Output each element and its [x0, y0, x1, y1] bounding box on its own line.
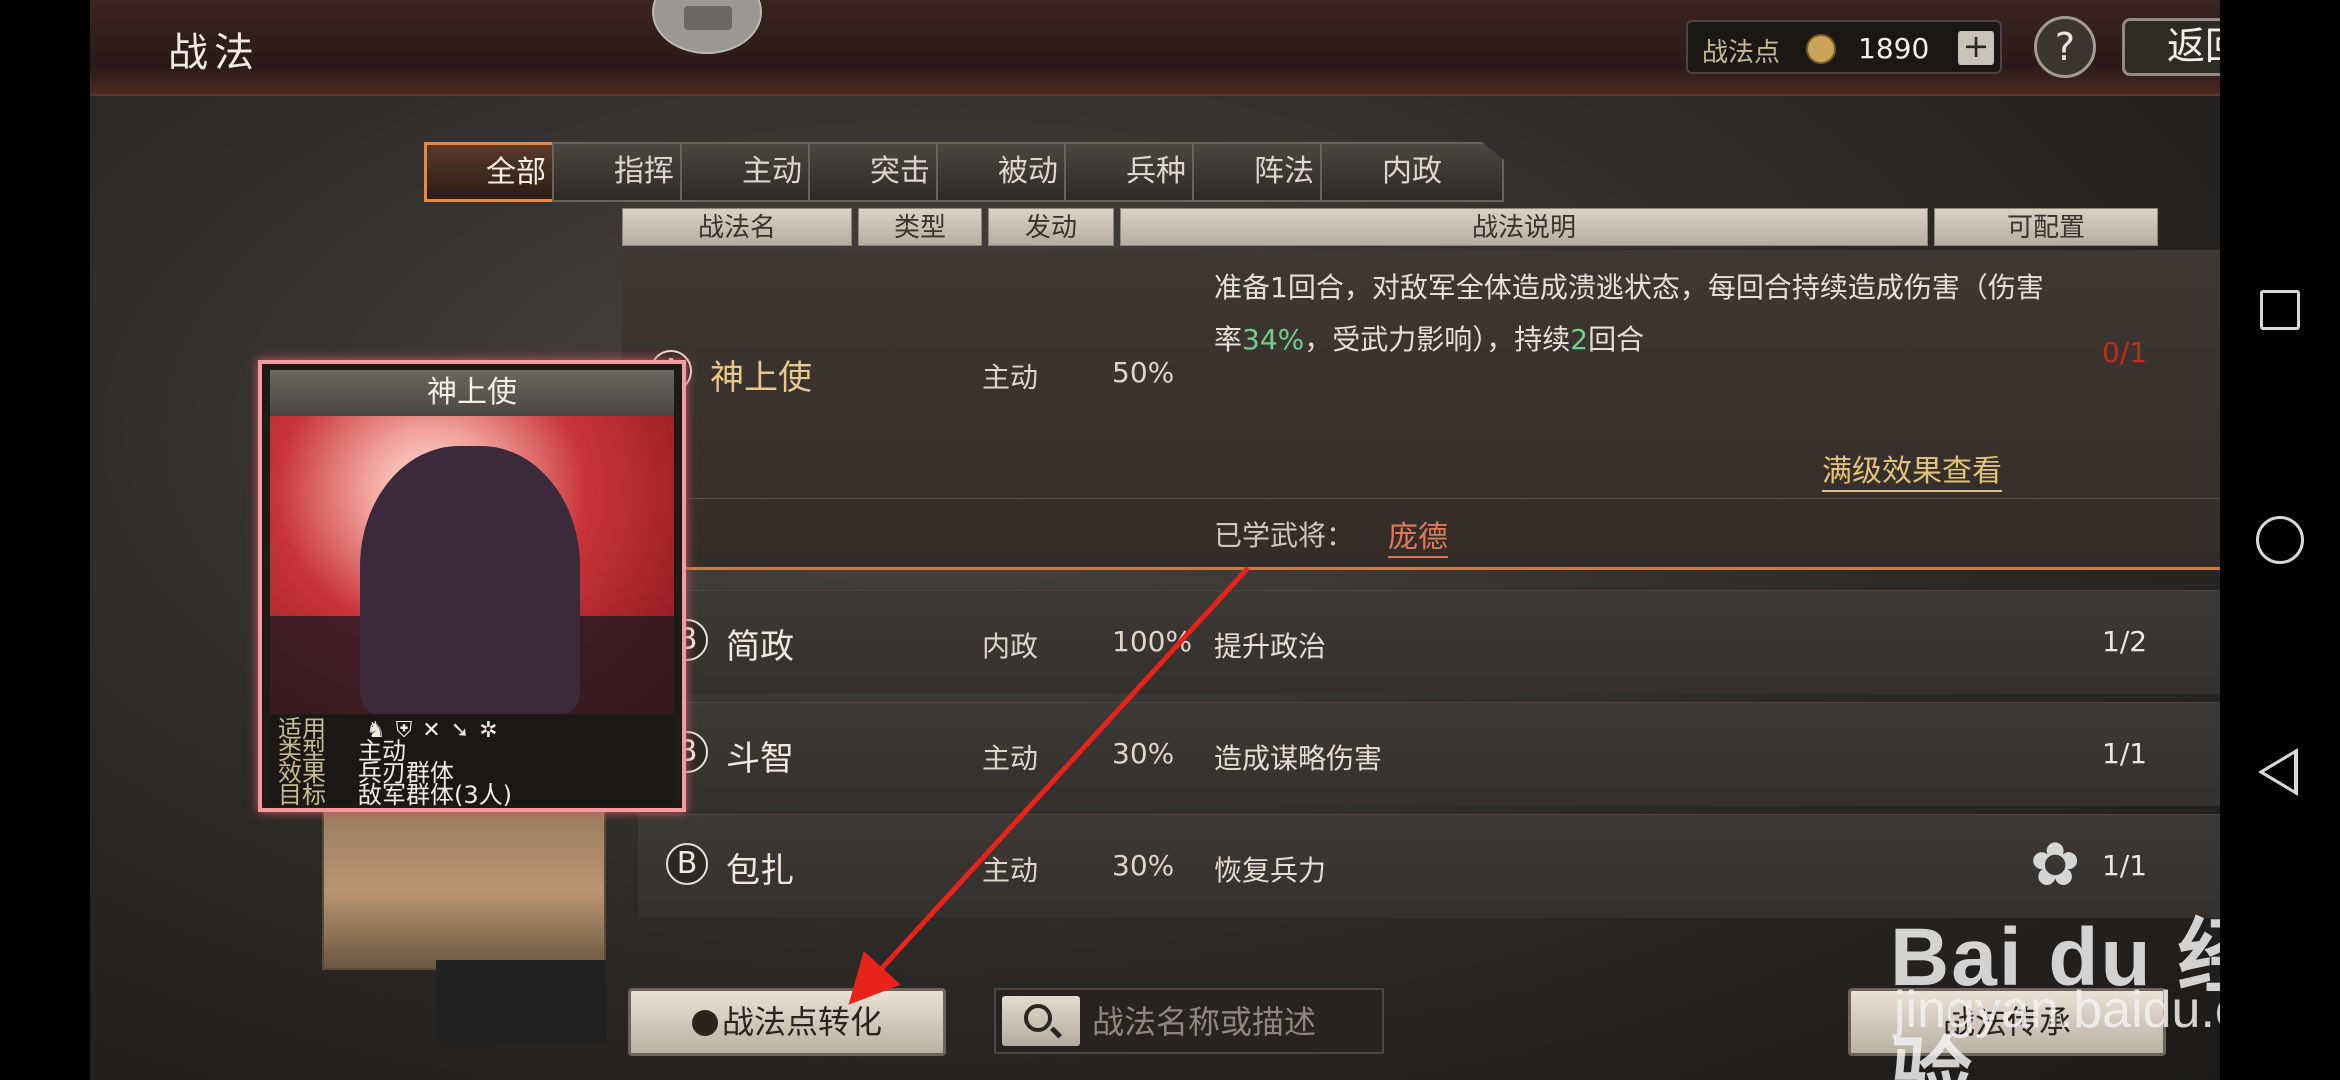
game-viewport: 战法 战法点 1890 + ? 返回 全部 指挥 主动 突击 被动 兵种 阵法 …	[90, 0, 2220, 1080]
full-effect-link[interactable]: 满级效果查看	[1822, 446, 2002, 492]
grade-badge: B	[666, 843, 708, 885]
learned-general-link[interactable]: 庞德	[1388, 512, 1448, 558]
search-button[interactable]	[1002, 996, 1080, 1046]
back-icon[interactable]	[2258, 748, 2298, 796]
column-type[interactable]: 类型	[858, 208, 982, 246]
skill-points-value: 1890	[1858, 32, 1930, 65]
skill-type: 主动	[982, 854, 1039, 887]
bow-icon: ✕	[422, 718, 451, 743]
card-artwork	[270, 416, 674, 714]
divider	[638, 498, 2220, 499]
watermark-sub: jingyan.baidu.com	[1894, 981, 2220, 1039]
skill-type: 内政	[982, 630, 1039, 663]
coin-icon	[691, 1010, 718, 1036]
card-title: 神上使	[270, 370, 674, 416]
baidu-watermark: ✿ Bai du 经验 jingyan.baidu.com	[1890, 830, 2220, 1080]
coin-icon	[1806, 34, 1836, 64]
skill-points-label: 战法点	[1702, 38, 1781, 68]
skill-rate: 30%	[1112, 737, 1175, 770]
column-description: 战法说明	[1120, 208, 1928, 246]
skill-rate: 50%	[1112, 356, 1175, 389]
skill-rate: 100%	[1112, 625, 1193, 658]
desc-text-3: 回合	[1588, 323, 1645, 356]
skill-row-selected[interactable]: A 神上使 主动 50% 准备1回合，对敌军全体造成溃逃状态，每回合持续造成伤害…	[622, 250, 2220, 570]
skill-name: 简政	[726, 627, 794, 667]
skill-name: 包扎	[726, 851, 794, 891]
search-box	[994, 988, 1384, 1054]
convert-points-label: 战法点转化	[721, 1003, 882, 1041]
top-bar: 战法 战法点 1890 + ? 返回	[90, 0, 2220, 96]
skill-description: 提升政治	[1214, 630, 1327, 663]
learned-label: 已学武将：	[1214, 519, 1355, 552]
convert-points-button[interactable]: 战法点转化	[628, 988, 946, 1056]
skill-row[interactable]: B 斗智 主动 30% 造成谋略伤害 1/1	[638, 702, 2220, 806]
skill-config-count: 0/1	[2102, 336, 2148, 369]
desc-highlight-turns: 2	[1570, 323, 1589, 356]
card-info: 适用 ♞⛨✕➘✲ 类型 主动 效果 兵刃群体 目标 敌军群体(3人)	[270, 716, 674, 808]
column-rate[interactable]: 发动	[988, 208, 1114, 246]
search-icon	[1024, 1004, 1052, 1032]
home-icon[interactable]	[2256, 516, 2304, 564]
settings-icon	[684, 6, 732, 30]
card-target-key: 目标	[278, 781, 326, 809]
skill-description: 准备1回合，对敌军全体造成溃逃状态，每回合持续造成伤害（伤害率34%，受武力影响…	[1214, 262, 2054, 366]
skill-points-box: 战法点 1890 +	[1686, 20, 2002, 74]
screen: 战法 战法点 1890 + ? 返回 全部 指挥 主动 突击 被动 兵种 阵法 …	[0, 0, 2340, 1080]
search-icon-handle	[1049, 1026, 1063, 1039]
skill-type: 主动	[982, 361, 1039, 394]
recent-apps-icon[interactable]	[2260, 290, 2300, 330]
help-button[interactable]: ?	[2034, 16, 2096, 78]
column-configurable[interactable]: 可配置	[1934, 208, 2158, 246]
skill-rate: 30%	[1112, 849, 1175, 882]
search-input[interactable]	[1092, 998, 1372, 1046]
add-points-button[interactable]: +	[1958, 30, 1994, 65]
skill-config-count: 1/1	[2102, 737, 2148, 770]
skill-name: 斗智	[726, 739, 794, 779]
desc-text-2: ，受武力影响），持续	[1304, 323, 1571, 356]
settings-floating-button[interactable]	[652, 0, 762, 54]
skill-description: 造成谋略伤害	[1214, 742, 1383, 775]
skill-description: 恢复兵力	[1214, 854, 1327, 887]
page-title: 战法	[168, 30, 260, 76]
spear-icon: ➘	[450, 718, 480, 743]
column-name[interactable]: 战法名	[622, 208, 852, 246]
skill-config-count: 1/2	[2102, 625, 2148, 658]
card-background-shadow	[436, 960, 606, 1044]
general-silhouette	[360, 446, 580, 714]
wheel-icon: ✲	[479, 718, 508, 743]
card-target-row: 目标 敌军群体(3人)	[278, 782, 512, 808]
tab-internal[interactable]: 内政	[1320, 142, 1504, 202]
skill-type: 主动	[982, 742, 1039, 775]
skill-row[interactable]: B 简政 内政 100% 提升政治 1/2	[638, 590, 2220, 694]
card-target-value: 敌军群体(3人)	[358, 781, 512, 809]
skill-name: 神上使	[710, 358, 812, 398]
desc-highlight-rate: 34%	[1242, 323, 1305, 356]
skill-card: 神上使 适用 ♞⛨✕➘✲ 类型 主动 效果 兵刃群体 目标 敌军群体(3人)	[258, 360, 686, 812]
back-button[interactable]: 返回	[2122, 18, 2220, 76]
